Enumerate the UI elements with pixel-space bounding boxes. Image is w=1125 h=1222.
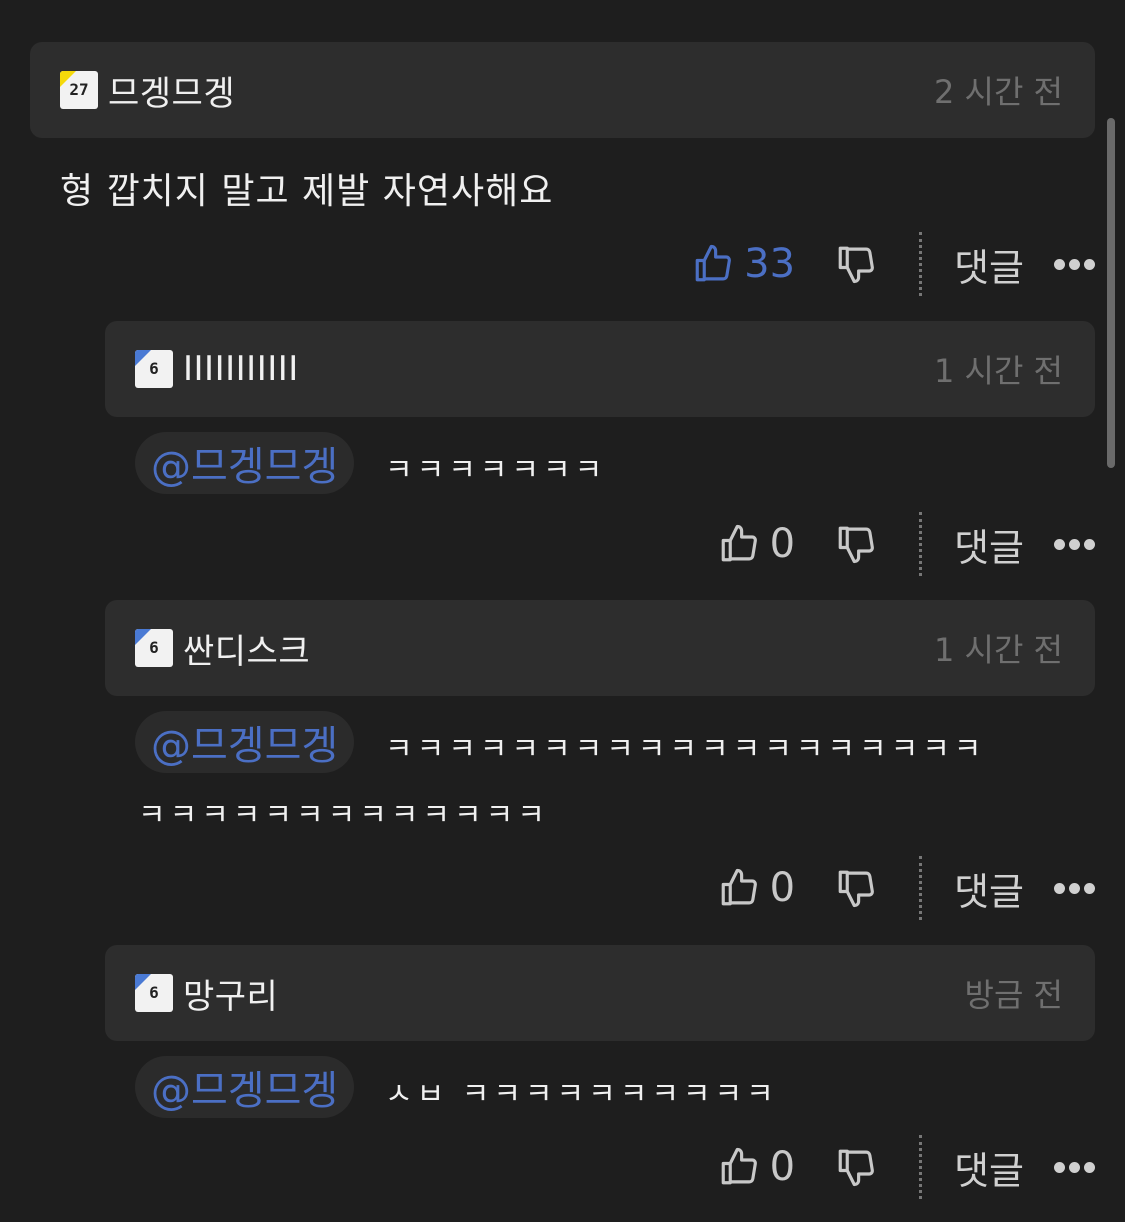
level-badge-icon: 6	[135, 350, 173, 388]
comment-actions: 0 댓글	[718, 856, 1095, 920]
scrollbar[interactable]	[1107, 118, 1115, 468]
user-info[interactable]: 6 싼디스크	[135, 624, 310, 673]
thumbs-down-icon	[838, 870, 874, 908]
reply-button[interactable]: 댓글	[954, 861, 1024, 916]
like-count: 0	[769, 521, 796, 567]
thumbs-down-icon	[838, 526, 874, 564]
dislike-button[interactable]	[835, 1146, 877, 1188]
comment-header: 27 므겡므겡 2 시간 전	[30, 42, 1095, 138]
username[interactable]: IIIIIIIIIII	[183, 349, 299, 389]
mention-tag[interactable]: @므겡므겡	[135, 1056, 355, 1118]
like-button[interactable]: 0	[718, 521, 795, 567]
more-options-icon[interactable]	[1054, 1161, 1095, 1173]
divider	[919, 232, 923, 296]
dislike-button[interactable]	[835, 867, 877, 909]
like-button[interactable]: 0	[718, 1144, 795, 1190]
dislike-button[interactable]	[835, 523, 877, 565]
comment-thread: 27 므겡므겡 2 시간 전 형 깝치지 말고 제발 자연사해요 33 댓글 6…	[0, 0, 1125, 1222]
level-badge-icon: 6	[135, 974, 173, 1012]
comment-text: 형 깝치지 말고 제발 자연사해요	[60, 171, 554, 212]
user-info[interactable]: 27 므겡므겡	[60, 66, 235, 115]
reply-header: 6 망구리 방금 전	[105, 945, 1095, 1041]
reply-header: 6 싼디스크 1 시간 전	[105, 600, 1095, 696]
mention-tag[interactable]: @므겡므겡	[135, 432, 355, 494]
reply-text: ㅅㅂ ㅋㅋㅋㅋㅋㅋㅋㅋㅋㅋ	[385, 1077, 778, 1112]
like-count: 33	[744, 241, 796, 287]
username[interactable]: 므겡므겡	[108, 66, 235, 115]
comment-actions: 33 댓글	[692, 232, 1095, 296]
timestamp: 1 시간 전	[933, 631, 1063, 669]
thumbs-down-icon	[838, 246, 874, 284]
level-badge-icon: 6	[135, 629, 173, 667]
reply-button[interactable]: 댓글	[954, 1140, 1024, 1195]
timestamp: 방금 전	[964, 976, 1064, 1014]
user-info[interactable]: 6 망구리	[135, 969, 278, 1018]
thumbs-up-icon	[721, 868, 757, 906]
like-button[interactable]: 0	[718, 865, 795, 911]
reply-button[interactable]: 댓글	[954, 517, 1024, 572]
reply-header: 6 IIIIIIIIIII 1 시간 전	[105, 321, 1095, 417]
reply-text-line-1: ㅋㅋㅋㅋㅋㅋㅋㅋㅋㅋㅋㅋㅋㅋㅋㅋㅋㅋㅋ	[385, 732, 986, 767]
reply-text: ㅋㅋㅋㅋㅋㅋㅋ	[385, 453, 607, 488]
timestamp: 2 시간 전	[933, 73, 1063, 111]
like-button[interactable]: 33	[692, 241, 795, 287]
like-count: 0	[769, 1144, 796, 1190]
like-count: 0	[769, 865, 796, 911]
username[interactable]: 망구리	[183, 969, 278, 1018]
divider	[919, 856, 923, 920]
more-options-icon[interactable]	[1054, 538, 1095, 550]
divider	[919, 512, 923, 576]
divider	[919, 1135, 923, 1199]
dislike-button[interactable]	[835, 243, 877, 285]
mention-tag[interactable]: @므겡므겡	[135, 711, 355, 773]
username[interactable]: 싼디스크	[183, 624, 310, 673]
user-info[interactable]: 6 IIIIIIIIIII	[135, 349, 299, 389]
thumbs-up-icon	[695, 244, 732, 282]
comment-actions: 0 댓글	[718, 512, 1095, 576]
thumbs-up-icon	[721, 524, 757, 562]
thumbs-up-icon	[721, 1147, 757, 1185]
more-options-icon[interactable]	[1054, 882, 1095, 894]
level-badge-icon: 27	[60, 71, 98, 109]
more-options-icon[interactable]	[1054, 258, 1095, 270]
reply-button[interactable]: 댓글	[954, 237, 1024, 292]
thumbs-down-icon	[838, 1149, 874, 1187]
reply-text-line-2: ㅋㅋㅋㅋㅋㅋㅋㅋㅋㅋㅋㅋㅋ	[138, 798, 549, 833]
timestamp: 1 시간 전	[933, 352, 1063, 390]
comment-actions: 0 댓글	[718, 1135, 1095, 1199]
